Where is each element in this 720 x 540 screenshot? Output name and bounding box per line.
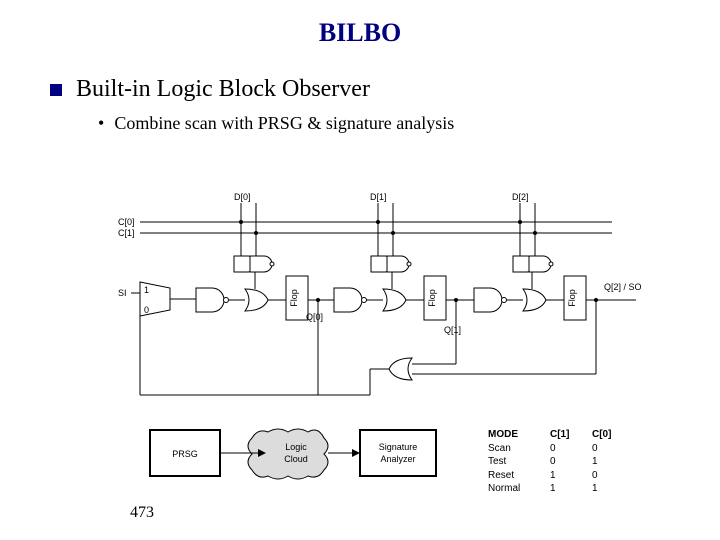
stage-0 — [170, 272, 286, 312]
label-sig-2: Analyzer — [380, 454, 415, 464]
block-signature-analyzer — [360, 430, 436, 476]
label-prsg: PRSG — [172, 449, 198, 459]
table-header-mode: MODE — [488, 428, 532, 442]
mode-table: MODE C[1] C[0] Scan00 Test01 Reset10 Nor… — [488, 428, 616, 496]
table-header-c1: C[1] — [550, 428, 574, 442]
label-si: SI — [118, 288, 127, 298]
label-d0: D[0] — [234, 192, 251, 202]
square-bullet-icon — [50, 84, 62, 96]
block-logic-cloud — [248, 429, 328, 479]
table-row: Scan — [488, 442, 532, 456]
bullet-sub-row: • Combine scan with PRSG & signature ana… — [98, 113, 720, 134]
label-d2: D[2] — [512, 192, 529, 202]
label-q0: Q[0] — [306, 312, 323, 322]
bullet-main-text: Built-in Logic Block Observer — [76, 76, 370, 103]
label-mux-0: 0 — [144, 305, 149, 315]
label-logic-cloud-2: Cloud — [284, 454, 308, 464]
input-gate-0 — [234, 256, 274, 272]
label-flop-2: Flop — [567, 289, 577, 307]
table-row: Reset — [488, 469, 532, 483]
bullet-sub-text: Combine scan with PRSG & signature analy… — [114, 113, 454, 134]
label-q2so: Q[2] / SO — [604, 282, 642, 292]
label-c1: C[1] — [118, 228, 135, 238]
feedback-xor — [389, 358, 412, 380]
label-sig-1: Signature — [379, 442, 418, 452]
mux — [140, 282, 170, 316]
table-row: Test — [488, 455, 532, 469]
dot-bullet-icon: • — [98, 113, 104, 134]
page-number: 473 — [130, 504, 154, 522]
label-q1: Q[1] — [444, 325, 461, 335]
flop-0 — [286, 276, 308, 320]
label-c0: C[0] — [118, 217, 135, 227]
flop-2 — [564, 276, 586, 320]
label-d1: D[1] — [370, 192, 387, 202]
block-prsg — [150, 430, 220, 476]
stage-1 — [334, 272, 424, 312]
label-flop-0: Flop — [289, 289, 299, 307]
input-gate-2 — [513, 256, 553, 272]
flop-1 — [424, 276, 446, 320]
input-gate-1 — [371, 256, 411, 272]
stage-2 — [474, 272, 564, 312]
table-row: Normal — [488, 482, 532, 496]
bullet-main-row: Built-in Logic Block Observer — [50, 76, 720, 103]
label-mux-1: 1 — [144, 285, 149, 295]
label-flop-1: Flop — [427, 289, 437, 307]
table-header-c0: C[0] — [592, 428, 616, 442]
page-title: BILBO — [0, 0, 720, 48]
label-logic-cloud-1: Logic — [285, 442, 307, 452]
